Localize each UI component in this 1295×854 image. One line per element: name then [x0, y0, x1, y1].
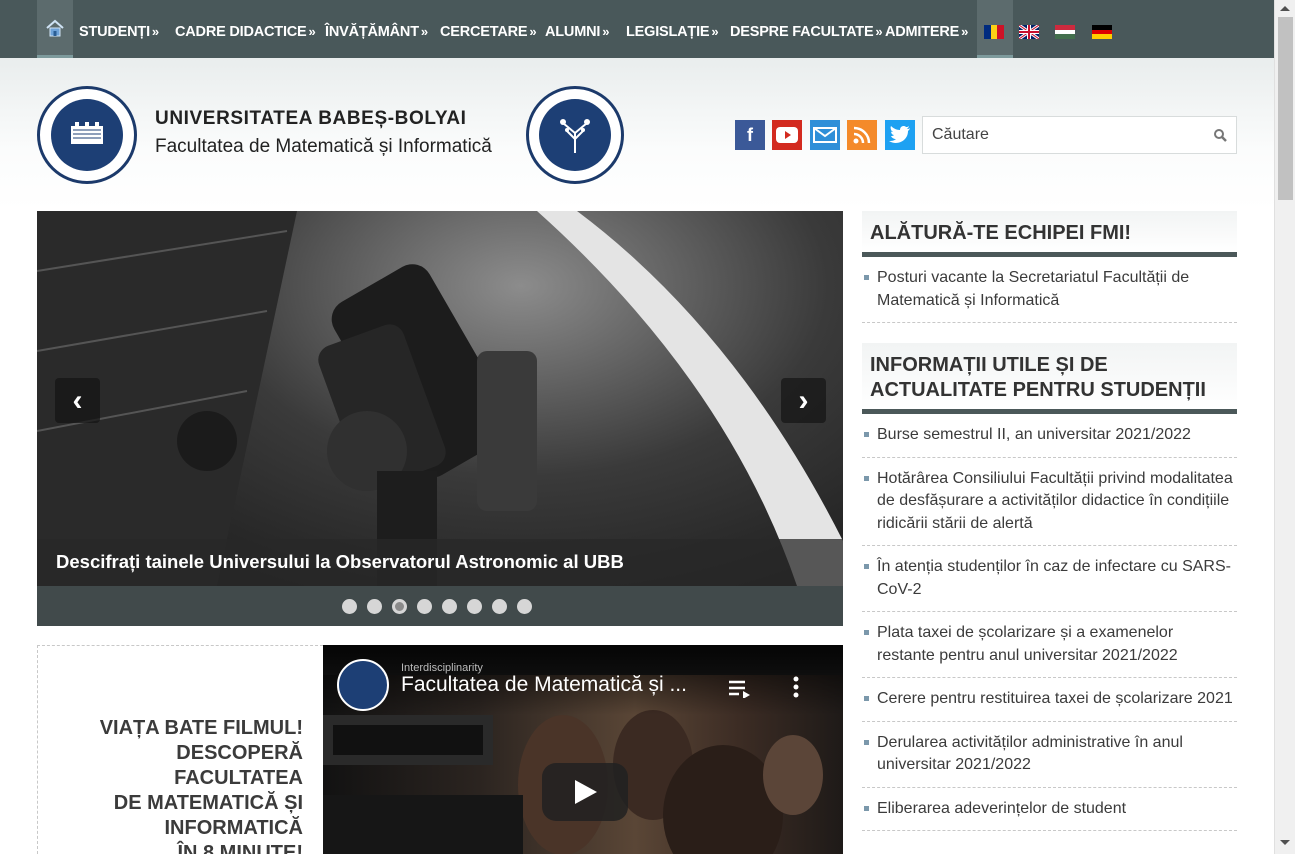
slider-dot[interactable] — [492, 599, 507, 614]
film-line: ÎN 8 MINUTE! — [177, 842, 303, 854]
nav-label: CADRE DIDACTICE — [175, 24, 307, 40]
playlist-icon[interactable] — [729, 680, 751, 698]
nav-label: STUDENȚI — [79, 24, 150, 40]
slider-next-button[interactable]: › — [781, 378, 826, 423]
faculty-logo[interactable] — [526, 86, 624, 184]
film-line: DESCOPERĂ — [176, 742, 303, 764]
nav-label: DESPRE FACULTATE — [730, 24, 874, 40]
nav-item-alumni[interactable]: ALUMNI» — [545, 0, 609, 58]
film-promo-text: VIAȚA BATE FILMUL! DESCOPERĂ FACULTATEA … — [100, 716, 303, 854]
nav-item-despre-facultate[interactable]: DESPRE FACULTATE» — [730, 0, 883, 58]
image-slider: Descifrați tainele Universului la Observ… — [37, 211, 843, 626]
search-input[interactable] — [923, 117, 1203, 153]
nav-label: ADMITERE — [885, 24, 960, 40]
slider-dot[interactable] — [342, 599, 357, 614]
play-icon — [575, 780, 597, 804]
scrollbar-thumb[interactable] — [1278, 17, 1293, 200]
double-chevron-icon: » — [151, 24, 159, 39]
slider-dot[interactable] — [417, 599, 432, 614]
page-scrollbar[interactable] — [1274, 0, 1295, 854]
youtube-video-embed[interactable]: Interdisciplinarity Facultatea de Matema… — [323, 645, 843, 854]
search-icon[interactable] — [1213, 128, 1227, 142]
site-header: UNIVERSITATEA BABEȘ-BOLYAI Facultatea de… — [0, 58, 1274, 211]
double-chevron-icon: » — [961, 24, 969, 39]
home-icon — [46, 19, 64, 36]
film-line: VIAȚA BATE FILMUL! — [99, 717, 303, 739]
film-line: FACULTATEA — [174, 767, 303, 789]
double-chevron-icon: » — [602, 24, 610, 39]
nav-item-invatamant[interactable]: ÎNVĂȚĂMÂNT» — [325, 0, 428, 58]
flag-hu-icon[interactable] — [1055, 25, 1075, 39]
sidebar-section-title: INFORMAȚII UTILE ȘI DE ACTUALITATE PENTR… — [862, 343, 1237, 414]
top-navigation: STUDENȚI» CADRE DIDACTICE» ÎNVĂȚĂMÂNT» C… — [0, 0, 1274, 58]
scroll-down-icon[interactable] — [1280, 840, 1290, 845]
slider-dot[interactable] — [517, 599, 532, 614]
flag-ro-icon[interactable] — [984, 25, 1004, 39]
film-line: DE MATEMATICĂ ȘI — [113, 792, 303, 814]
slider-pagination — [37, 586, 843, 626]
ubb-logo[interactable] — [37, 86, 137, 184]
double-chevron-icon: » — [711, 24, 719, 39]
sidebar-link[interactable]: Derularea activităților administrative î… — [862, 722, 1237, 788]
rss-icon[interactable] — [847, 120, 877, 150]
sidebar-section-title: ALĂTURĂ-TE ECHIPEI FMI! — [862, 211, 1237, 257]
chevron-left-icon: ‹ — [72, 383, 83, 417]
slide-caption[interactable]: Descifrați tainele Universului la Observ… — [56, 551, 624, 573]
channel-logo[interactable] — [337, 659, 389, 711]
film-line: INFORMATICĂ — [164, 817, 304, 839]
scroll-up-icon[interactable] — [1280, 6, 1290, 11]
slider-dot[interactable] — [367, 599, 382, 614]
sidebar-link[interactable]: Burse semestrul II, an universitar 2021/… — [862, 414, 1237, 458]
slider-dot[interactable] — [467, 599, 482, 614]
sidebar-link[interactable]: În atenția studenților în caz de infecta… — [862, 546, 1237, 612]
flag-de-icon[interactable] — [1092, 25, 1112, 39]
search-box — [922, 116, 1237, 154]
video-play-button[interactable] — [542, 763, 628, 821]
double-chevron-icon: » — [420, 24, 428, 39]
more-options-icon[interactable] — [793, 676, 799, 698]
sidebar-link[interactable]: Eliberarea adeverințelor de student — [862, 788, 1237, 831]
slide-caption-bar: Descifrați tainele Universului la Observ… — [37, 539, 843, 586]
nav-label: ALUMNI — [545, 24, 601, 40]
flag-en-icon[interactable] — [1019, 25, 1039, 39]
home-button[interactable] — [37, 0, 73, 58]
nav-item-studenti[interactable]: STUDENȚI» — [79, 0, 159, 58]
university-name: UNIVERSITATEA BABEȘ-BOLYAI — [155, 108, 467, 129]
sidebar-link[interactable]: Posturi vacante la Secretariatul Facultă… — [862, 257, 1237, 323]
nav-label: LEGISLAȚIE — [626, 24, 710, 40]
video-title[interactable]: Facultatea de Matematică și ... — [401, 673, 687, 697]
nav-label: CERCETARE — [440, 24, 528, 40]
sidebar-link[interactable]: Cerere pentru restituirea taxei de școla… — [862, 678, 1237, 722]
sidebar: ALĂTURĂ-TE ECHIPEI FMI! Posturi vacante … — [862, 211, 1237, 831]
nav-label: ÎNVĂȚĂMÂNT — [325, 24, 419, 40]
nav-item-admitere[interactable]: ADMITERE» — [885, 0, 968, 58]
nav-item-cercetare[interactable]: CERCETARE» — [440, 0, 537, 58]
faculty-name: Facultatea de Matematică și Informatică — [155, 136, 492, 157]
sidebar-link[interactable]: Plata taxei de școlarizare și a examenel… — [862, 612, 1237, 678]
double-chevron-icon: » — [308, 24, 316, 39]
slider-dot[interactable] — [442, 599, 457, 614]
facebook-icon[interactable]: f — [735, 120, 765, 150]
youtube-icon[interactable] — [772, 120, 802, 150]
slider-dot-active[interactable] — [392, 599, 407, 614]
nav-item-legislatie[interactable]: LEGISLAȚIE» — [626, 0, 719, 58]
nav-item-cadre-didactice[interactable]: CADRE DIDACTICE» — [175, 0, 316, 58]
sidebar-link[interactable]: Hotărârea Consiliului Facultății privind… — [862, 458, 1237, 546]
double-chevron-icon: » — [875, 24, 883, 39]
double-chevron-icon: » — [529, 24, 537, 39]
slider-prev-button[interactable]: ‹ — [55, 378, 100, 423]
twitter-icon[interactable] — [885, 120, 915, 150]
film-promo-box: VIAȚA BATE FILMUL! DESCOPERĂ FACULTATEA … — [37, 645, 323, 854]
email-icon[interactable] — [810, 120, 840, 150]
slide-image-telescope[interactable] — [37, 211, 843, 586]
chevron-right-icon: › — [798, 383, 809, 417]
